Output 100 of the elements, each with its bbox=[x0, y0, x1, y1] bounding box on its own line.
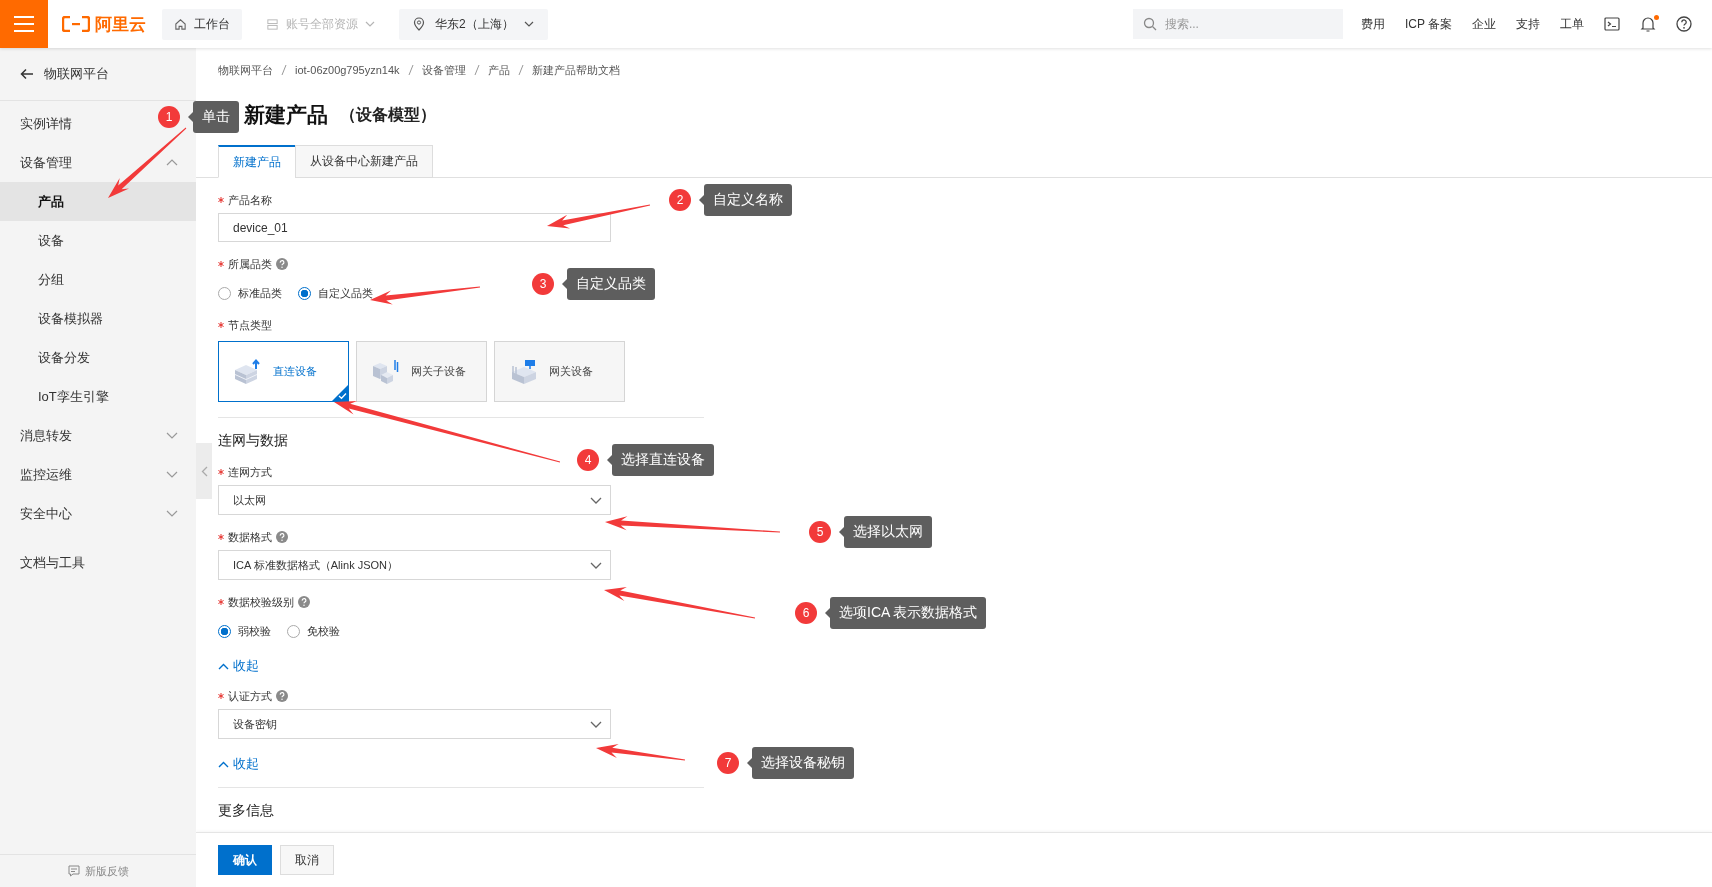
search-icon bbox=[1142, 17, 1157, 31]
section-title: 更多信息 bbox=[218, 802, 274, 818]
top-nav-link[interactable]: 工单 bbox=[1560, 15, 1584, 33]
collapse-handle[interactable] bbox=[196, 443, 212, 499]
select-field[interactable]: ICA 标准数据格式（Alink JSON） bbox=[218, 550, 611, 580]
nav-item[interactable]: 消息转发 bbox=[0, 416, 196, 455]
workbench-button[interactable]: 工作台 bbox=[162, 8, 242, 40]
device-upload-icon bbox=[233, 357, 263, 386]
radio-option[interactable]: 标准品类 bbox=[218, 285, 282, 301]
field-label: 节点类型 bbox=[228, 317, 272, 333]
top-nav-link[interactable]: ICP 备案 bbox=[1404, 15, 1452, 33]
confirm-button[interactable]: 确认 bbox=[218, 845, 272, 875]
nav-item[interactable]: 分组 bbox=[0, 260, 196, 299]
tooltip-pointer-icon bbox=[839, 527, 844, 537]
radio-button[interactable] bbox=[218, 286, 231, 300]
step-number-badge: 5 bbox=[809, 521, 831, 543]
step-number-badge: 7 bbox=[717, 752, 739, 774]
search-field[interactable]: 搜索... bbox=[1132, 9, 1343, 39]
callout-tooltip: 选择直连设备 bbox=[612, 444, 714, 476]
breadcrumb-link[interactable]: 新建产品帮助文档 bbox=[531, 62, 620, 78]
radio-button[interactable] bbox=[298, 286, 311, 300]
callout-tooltip: 选项ICA 表示数据格式 bbox=[830, 597, 987, 629]
field-label: 产品名称 bbox=[228, 192, 272, 208]
help-icon[interactable] bbox=[1676, 16, 1692, 32]
chevron-down-icon bbox=[590, 496, 602, 504]
tooltip-pointer-icon bbox=[562, 279, 567, 289]
top-nav-link[interactable]: 支持 bbox=[1516, 15, 1540, 33]
cancel-button[interactable]: 取消 bbox=[280, 845, 334, 875]
chevron-up-icon bbox=[218, 662, 229, 670]
chevron-down-icon bbox=[166, 471, 178, 478]
select-field[interactable]: 以太网 bbox=[218, 485, 611, 515]
tooltip-pointer-icon bbox=[699, 195, 704, 205]
nav-item[interactable]: 文档与工具 bbox=[0, 543, 103, 582]
page-subtitle: （设备模型） bbox=[340, 104, 436, 125]
radio-button[interactable] bbox=[287, 624, 300, 638]
breadcrumb-separator-icon bbox=[473, 64, 480, 76]
collapse-link[interactable]: 收起 bbox=[218, 756, 259, 772]
field-label: 数据校验级别 bbox=[228, 594, 294, 610]
sub-device-icon bbox=[371, 357, 401, 386]
nav-item[interactable]: 实例详情 bbox=[0, 104, 90, 143]
breadcrumb-separator-icon bbox=[281, 64, 287, 76]
top-nav-link[interactable]: 企业 bbox=[1472, 15, 1496, 33]
location-pin-icon bbox=[413, 17, 425, 31]
nav-item[interactable]: 设备 bbox=[0, 221, 196, 260]
page-title: 新建产品 bbox=[244, 102, 328, 128]
callout-tooltip: 单击 bbox=[193, 101, 239, 133]
callout-tooltip: 选择以太网 bbox=[844, 516, 932, 548]
tooltip-pointer-icon bbox=[747, 758, 752, 768]
chevron-left-icon bbox=[200, 465, 208, 477]
chevron-down-icon bbox=[590, 561, 602, 569]
breadcrumb-link[interactable]: 设备管理 bbox=[421, 62, 466, 78]
product-name-input[interactable]: device_01 bbox=[218, 213, 611, 242]
breadcrumb-link[interactable]: 产品 bbox=[487, 62, 510, 78]
node-type-card[interactable]: 直连设备 bbox=[218, 341, 349, 402]
field-label: 连网方式 bbox=[228, 464, 272, 480]
region-dropdown[interactable]: 华东2（上海） bbox=[399, 8, 548, 40]
nav-item[interactable]: 设备分发 bbox=[0, 338, 196, 377]
comment-icon bbox=[67, 865, 80, 877]
logo-text: 阿里云 bbox=[95, 13, 146, 36]
logo-icon bbox=[62, 16, 90, 32]
nav-item[interactable]: 安全中心 bbox=[0, 494, 196, 533]
breadcrumb-link[interactable]: 物联网平台 bbox=[218, 62, 273, 78]
callout-tooltip: 自定义名称 bbox=[704, 184, 792, 216]
menu-icon bbox=[14, 16, 34, 32]
node-type-card[interactable]: 网关子设备 bbox=[356, 341, 487, 402]
breadcrumb-separator-icon bbox=[407, 64, 414, 76]
tab[interactable]: 新建产品 bbox=[218, 145, 296, 178]
nav-item[interactable]: 产品 bbox=[0, 182, 196, 221]
bell-icon[interactable] bbox=[1640, 15, 1656, 33]
nav-item[interactable]: 设备管理 bbox=[0, 143, 196, 182]
terminal-icon[interactable] bbox=[1604, 17, 1620, 31]
gateway-icon bbox=[509, 357, 539, 386]
nav-item[interactable]: 设备模拟器 bbox=[0, 299, 196, 338]
back-arrow-icon bbox=[20, 68, 34, 80]
node-type-card[interactable]: 网关设备 bbox=[494, 341, 625, 402]
home-icon bbox=[174, 17, 187, 31]
callout-tooltip: 选择设备秘钥 bbox=[752, 747, 854, 779]
step-number-badge: 3 bbox=[532, 273, 554, 295]
chevron-down-icon bbox=[590, 720, 602, 728]
chevron-down-icon bbox=[166, 510, 178, 517]
nav-item[interactable]: 监控运维 bbox=[0, 455, 196, 494]
nav-item[interactable]: IoT孪生引擎 bbox=[0, 377, 196, 416]
back-link[interactable]: 物联网平台 bbox=[0, 48, 196, 101]
step-number-badge: 2 bbox=[669, 189, 691, 211]
menu-button[interactable] bbox=[0, 0, 48, 48]
check-corner-icon bbox=[332, 385, 348, 401]
field-label: 所属品类 bbox=[228, 256, 272, 272]
chevron-up-icon bbox=[166, 159, 178, 166]
radio-button[interactable] bbox=[218, 624, 231, 638]
server-icon bbox=[266, 17, 279, 31]
radio-option[interactable]: 自定义品类 bbox=[298, 285, 373, 301]
select-field[interactable]: 设备密钥 bbox=[218, 709, 611, 739]
breadcrumb-link[interactable]: iot-06z00g795yzn14k bbox=[295, 64, 400, 76]
chevron-up-icon bbox=[218, 760, 229, 768]
step-number-badge: 4 bbox=[577, 449, 599, 471]
top-nav-link[interactable]: 费用 bbox=[1360, 15, 1385, 33]
radio-option[interactable]: 弱校验 bbox=[218, 623, 271, 639]
tab[interactable]: 从设备中心新建产品 bbox=[295, 145, 433, 178]
radio-option[interactable]: 免校验 bbox=[287, 623, 340, 639]
collapse-link[interactable]: 收起 bbox=[218, 658, 259, 674]
